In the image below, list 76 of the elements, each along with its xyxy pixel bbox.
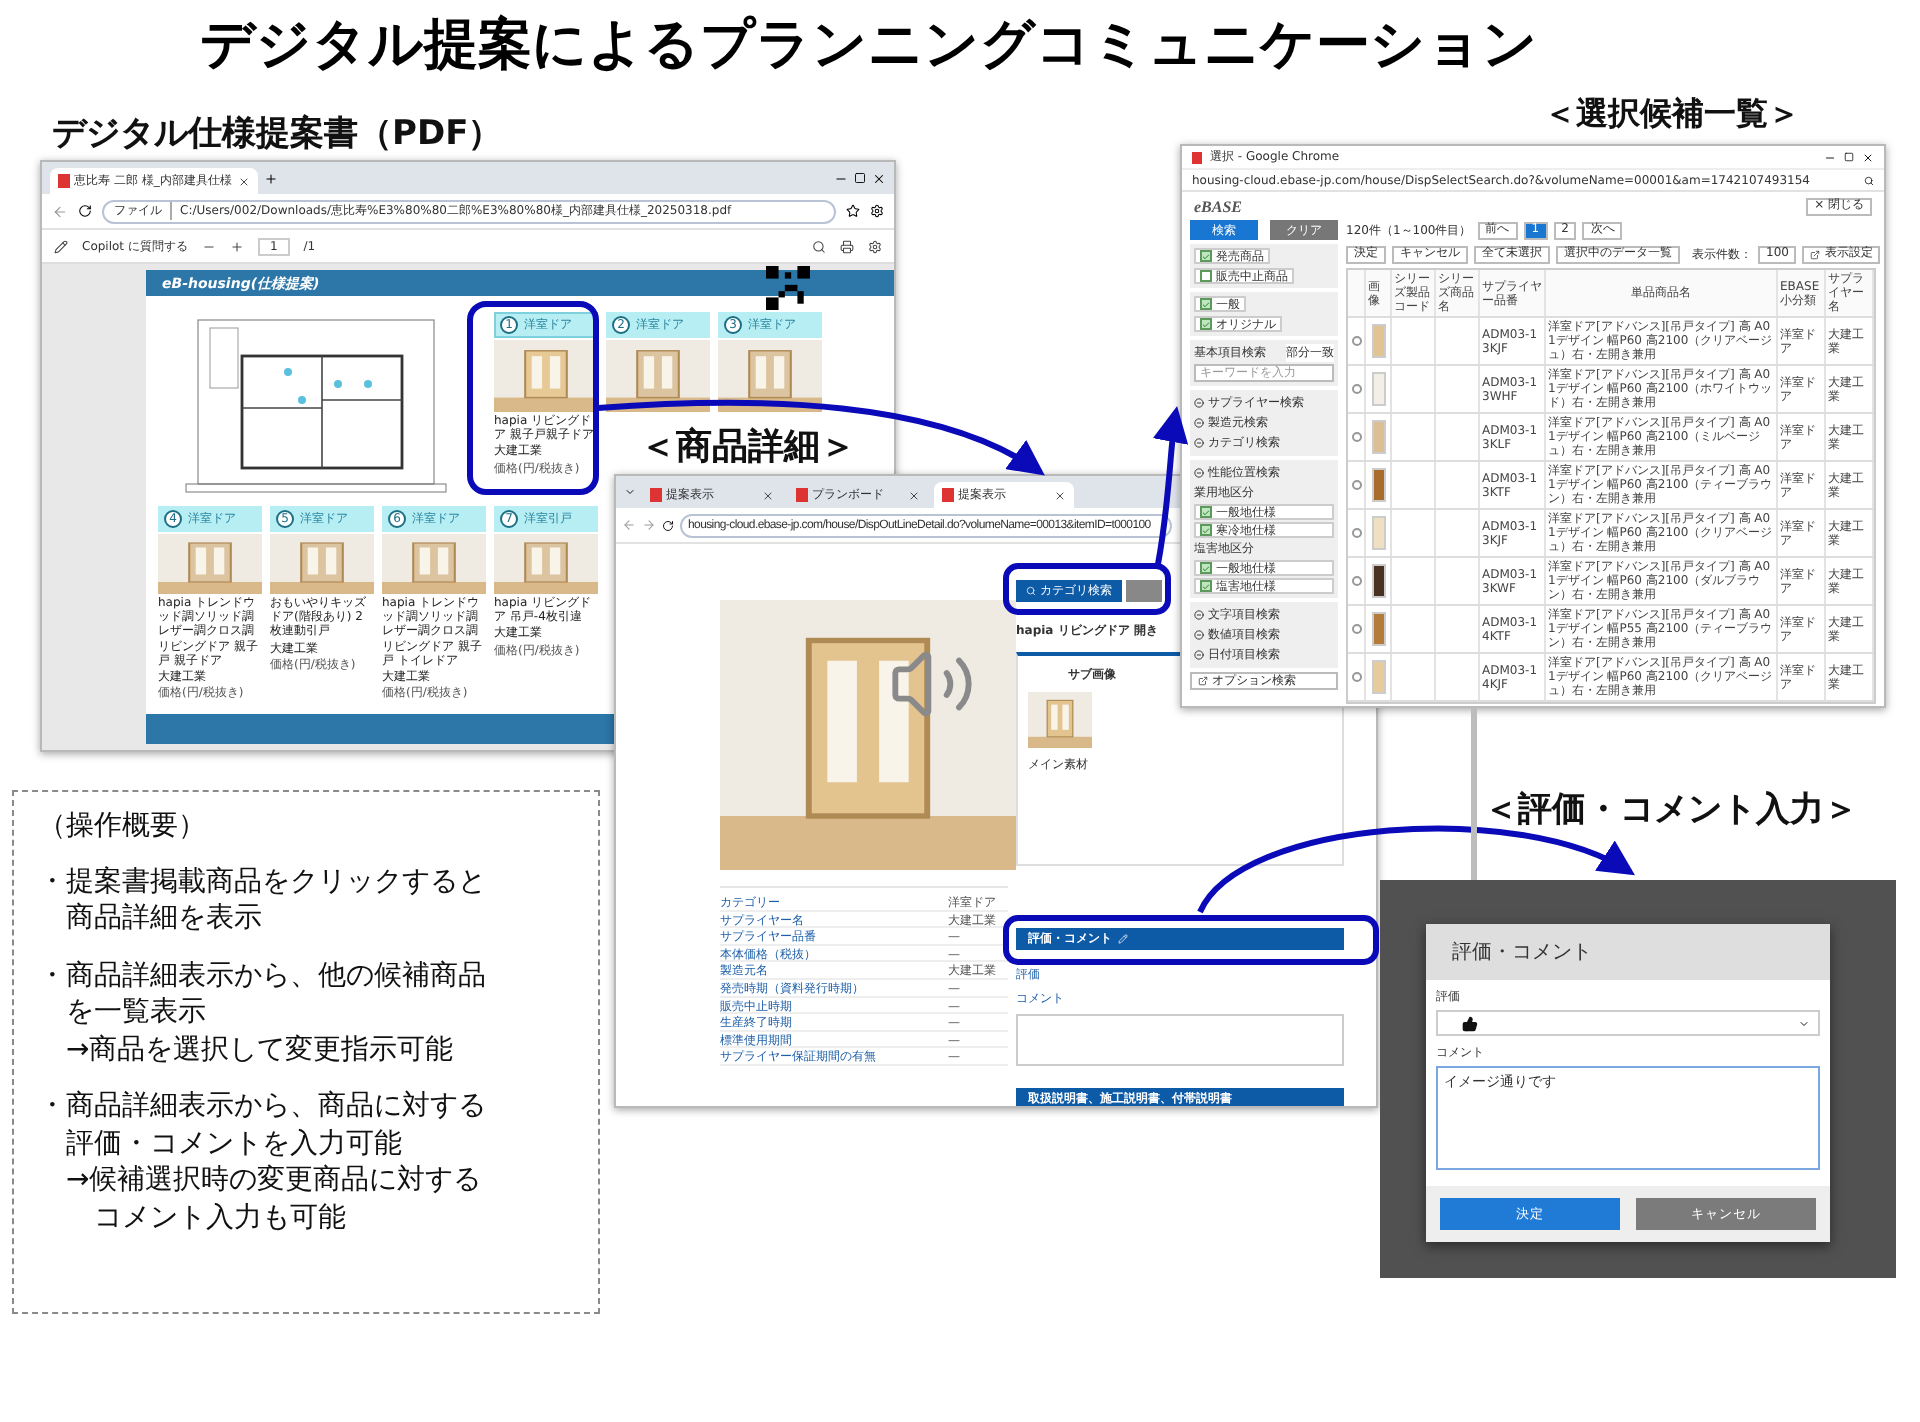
checkbox[interactable] <box>1200 270 1212 282</box>
bullet-mark: ・ <box>38 864 66 900</box>
back-icon[interactable] <box>622 518 636 532</box>
collapse-icon[interactable] <box>1194 438 1204 448</box>
note-text: →候補選択時の変更商品に対するコメント入力も可能 <box>66 1162 484 1237</box>
collapse-icon[interactable] <box>1194 468 1204 478</box>
maximize-icon[interactable] <box>1844 152 1854 162</box>
favorite-icon[interactable] <box>846 204 860 218</box>
new-tab-icon[interactable] <box>263 171 278 185</box>
close-icon[interactable] <box>762 489 774 501</box>
row-radio[interactable] <box>1351 528 1361 538</box>
collapse-icon[interactable] <box>1194 650 1204 660</box>
reload-icon[interactable] <box>78 204 92 218</box>
door-photo <box>606 340 710 412</box>
search-icon <box>1026 586 1036 596</box>
tab-menu-icon[interactable] <box>624 486 636 498</box>
draw-icon[interactable] <box>54 239 68 253</box>
note-text: →商品を選択して変更指示可能 <box>66 1031 456 1069</box>
door-photo <box>382 534 486 594</box>
back-icon[interactable] <box>52 203 68 219</box>
collapse-icon[interactable] <box>1194 398 1204 408</box>
collapse-icon[interactable] <box>1194 610 1204 620</box>
close-icon[interactable] <box>1862 151 1874 163</box>
row-radio[interactable] <box>1351 480 1361 490</box>
door-photo <box>270 534 374 594</box>
row-radio[interactable] <box>1351 336 1361 346</box>
checkbox[interactable] <box>1200 318 1212 330</box>
pdf-icon <box>650 488 662 502</box>
zoom-in-icon[interactable] <box>229 239 244 253</box>
note-text: 商品詳細表示から、商品に対する評価・コメントを入力可能 <box>66 1088 486 1163</box>
pdf-icon <box>796 488 808 502</box>
search-icon[interactable] <box>1864 175 1874 185</box>
collapse-icon[interactable] <box>1194 630 1204 640</box>
row-radio[interactable] <box>1351 384 1361 394</box>
notes-heading: （操作概要） <box>38 808 208 844</box>
thumbs-up-icon <box>1462 1015 1478 1031</box>
close-icon[interactable] <box>908 489 920 501</box>
checkbox[interactable] <box>1200 298 1212 310</box>
row-radio[interactable] <box>1351 624 1361 634</box>
print-icon[interactable] <box>840 239 854 253</box>
bullet-mark: ・ <box>38 957 66 994</box>
checkbox[interactable] <box>1200 524 1212 536</box>
settings-icon[interactable] <box>868 239 882 253</box>
app-icon <box>1192 151 1202 163</box>
slide-title: デジタル提案によるプランニングコミュニケーション <box>200 12 1538 80</box>
pdf-icon <box>58 174 70 188</box>
close-icon[interactable] <box>1054 489 1066 501</box>
settings-icon[interactable] <box>870 204 884 218</box>
pdf-icon <box>942 488 954 502</box>
door-photo <box>494 340 598 412</box>
qr-code-icon <box>766 266 810 310</box>
search-icon[interactable] <box>812 239 826 253</box>
close-icon[interactable] <box>237 175 250 187</box>
note-text: 提案書掲載商品をクリックすると商品詳細を表示 <box>66 864 486 938</box>
reload-icon[interactable] <box>662 519 674 531</box>
row-radio[interactable] <box>1351 432 1361 442</box>
checkbox[interactable] <box>1200 506 1212 518</box>
minimize-icon[interactable] <box>1824 151 1836 163</box>
checkbox[interactable] <box>1200 250 1212 262</box>
chevron-down-icon <box>1798 1017 1810 1029</box>
collapse-icon[interactable] <box>1194 418 1204 428</box>
door-photo <box>1028 692 1092 748</box>
row-radio[interactable] <box>1351 576 1361 586</box>
row-radio[interactable] <box>1351 672 1361 682</box>
checkbox[interactable] <box>1200 562 1212 574</box>
forward-icon[interactable] <box>642 518 656 532</box>
checkbox[interactable] <box>1200 580 1212 592</box>
bullet-mark: ・ <box>38 1088 66 1125</box>
maximize-icon[interactable] <box>854 172 866 184</box>
dialog-title: 評価・コメント <box>1426 924 1830 980</box>
note-text: 商品詳細表示から、他の候補商品を一覧表示 <box>66 957 486 1032</box>
door-photo <box>718 340 822 412</box>
close-icon[interactable] <box>872 171 886 185</box>
door-photo <box>494 534 598 594</box>
door-photo <box>158 534 262 594</box>
app-logo: eBASE <box>1194 197 1243 215</box>
